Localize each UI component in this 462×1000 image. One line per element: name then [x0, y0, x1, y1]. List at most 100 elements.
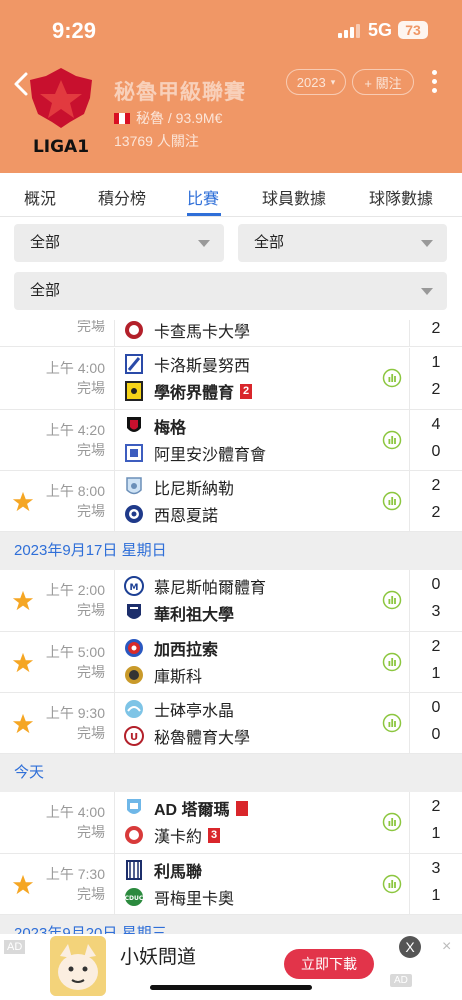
match-time: 上午 7:30 [45, 866, 105, 882]
filter-1-value: 全部 [30, 234, 61, 251]
row-divider [114, 792, 115, 854]
match-time-block: 上午 5:00 完場 [46, 642, 105, 682]
away-score: 2 [431, 504, 441, 521]
match-time-block: 上午 8:00 完場 [46, 481, 105, 521]
stats-icon[interactable] [382, 430, 402, 450]
row-divider [409, 632, 410, 693]
svg-text:U: U [130, 732, 138, 743]
match-time: 上午 4:00 [45, 804, 105, 820]
filter-panel: 全部 全部 全部 [0, 218, 462, 320]
star-icon[interactable] [12, 491, 34, 513]
away-team-name: 哥梅里卡奧 [154, 891, 235, 908]
tab-matches[interactable]: 比賽 [187, 185, 219, 209]
ad-banner[interactable]: AD 小妖問道 立即下載 X × AD [0, 934, 462, 1000]
match-row[interactable]: 完場 卡查馬卡大學 2 [0, 320, 462, 347]
row-divider [114, 410, 115, 471]
ad-close-button[interactable]: X [399, 936, 421, 958]
match-row[interactable]: 上午 4:00 完場 AD 塔爾瑪 漢卡約 3 2 1 [0, 792, 462, 854]
away-team-name: 西恩夏諾 [154, 508, 219, 525]
follow-label: + 關注 [364, 75, 402, 91]
row-divider [114, 320, 115, 347]
row-divider [409, 320, 410, 347]
battery-icon: 73 [398, 21, 428, 39]
match-time: 上午 4:00 [45, 360, 105, 376]
away-team-name: 學術界體育 [154, 385, 235, 402]
row-divider [409, 792, 410, 854]
match-row[interactable]: 上午 9:30 完場 士砵亭水晶 U 秘魯體育大學 0 0 [0, 693, 462, 754]
stats-icon[interactable] [382, 652, 402, 672]
row-divider [114, 693, 115, 754]
filter-select-3[interactable]: 全部 [14, 272, 447, 310]
match-status: 完場 [77, 664, 105, 680]
star-icon[interactable] [12, 713, 34, 735]
active-tab-indicator [187, 213, 221, 216]
stats-icon[interactable] [382, 368, 402, 388]
match-row[interactable]: 上午 5:00 完場 加西拉索 庫斯科 2 1 [0, 632, 462, 693]
star-icon[interactable] [12, 590, 34, 612]
team-badge-icon: U [124, 726, 144, 746]
follow-button[interactable]: + 關注 [352, 69, 414, 95]
team-badge-icon [127, 604, 141, 619]
match-status: 完場 [77, 503, 105, 519]
filter-select-1[interactable]: 全部 [14, 224, 224, 262]
league-title: 秘魯甲級聯賽 [114, 81, 246, 104]
tab-player-stats[interactable]: 球員數據 [262, 185, 326, 209]
ad-character-icon [50, 936, 106, 996]
close-icon[interactable]: × [442, 938, 451, 956]
row-divider [409, 410, 410, 471]
match-row[interactable]: 上午 4:20 完場 梅格 阿里安沙體育會 4 0 [0, 410, 462, 471]
stats-icon[interactable] [382, 812, 402, 832]
home-team: 梅格 [124, 415, 186, 437]
date-separator: 2023年9月17日 星期日 [0, 532, 462, 570]
away-team-name: 庫斯科 [154, 669, 203, 686]
team-badge-icon [125, 666, 143, 684]
away-team: CDUC 哥梅里卡奧 [124, 886, 234, 908]
match-row[interactable]: 上午 2:00 完場 M 慕尼斯帕爾體育 華利祖大學 0 3 [0, 570, 462, 632]
team-badge-icon [126, 860, 142, 880]
match-time: 上午 8:00 [45, 483, 105, 499]
away-score: 0 [431, 726, 441, 743]
date-separator: 2023年9月20日 星期三 [0, 915, 462, 934]
match-status: 完場 [77, 602, 105, 618]
home-team-name: 士砵亭水晶 [154, 703, 235, 720]
row-divider [409, 348, 410, 410]
filter-2-value: 全部 [254, 234, 285, 251]
match-time-block: 上午 4:00 完場 [46, 802, 105, 842]
tab-team-stats[interactable]: 球隊數據 [369, 185, 433, 209]
match-time: 上午 5:00 [45, 644, 105, 660]
home-score: 4 [431, 416, 441, 433]
svg-text:CDUC: CDUC [125, 895, 144, 902]
row-divider [409, 693, 410, 754]
stats-icon[interactable] [382, 491, 402, 511]
filter-3-value: 全部 [30, 282, 61, 299]
match-list[interactable]: 完場 卡查馬卡大學 2 上午 4:00 完場 卡洛斯曼努西 學術界體育 2 1 … [0, 320, 462, 934]
tab-overview[interactable]: 概況 [24, 185, 56, 209]
stats-icon[interactable] [382, 713, 402, 733]
league-country-value: 秘魯 / 93.9M€ [136, 110, 223, 126]
filter-select-2[interactable]: 全部 [238, 224, 447, 262]
away-team-name: 華利祖大學 [154, 607, 235, 624]
star-icon[interactable] [12, 652, 34, 674]
ad-thumbnail[interactable] [50, 936, 106, 996]
home-score: 0 [431, 699, 441, 716]
home-score: 1 [431, 354, 441, 371]
away-team: U 秘魯體育大學 [124, 725, 250, 747]
download-button[interactable]: 立即下載 [284, 949, 374, 979]
star-icon[interactable] [12, 874, 34, 896]
more-menu-icon[interactable] [426, 70, 442, 96]
signal-icon [338, 24, 360, 38]
away-team: 卡查馬卡大學 [124, 320, 250, 341]
tab-standings[interactable]: 積分榜 [98, 185, 146, 209]
away-score: 1 [431, 825, 441, 842]
home-team: 加西拉索 [124, 637, 218, 659]
season-select[interactable]: 2023 ▾ [286, 69, 346, 95]
match-row[interactable]: 上午 7:30 完場 利馬聯 CDUC 哥梅里卡奧 3 1 [0, 854, 462, 915]
home-team: 利馬聯 [124, 859, 202, 881]
team-badge-icon [125, 505, 143, 523]
match-time: 上午 4:20 [45, 422, 105, 438]
stats-icon[interactable] [382, 590, 402, 610]
match-row[interactable]: 上午 4:00 完場 卡洛斯曼努西 學術界體育 2 1 2 [0, 348, 462, 410]
stats-icon[interactable] [382, 874, 402, 894]
home-team-name: 慕尼斯帕爾體育 [154, 580, 267, 597]
match-row[interactable]: 上午 8:00 完場 比尼斯納勒 西恩夏諾 2 2 [0, 471, 462, 532]
